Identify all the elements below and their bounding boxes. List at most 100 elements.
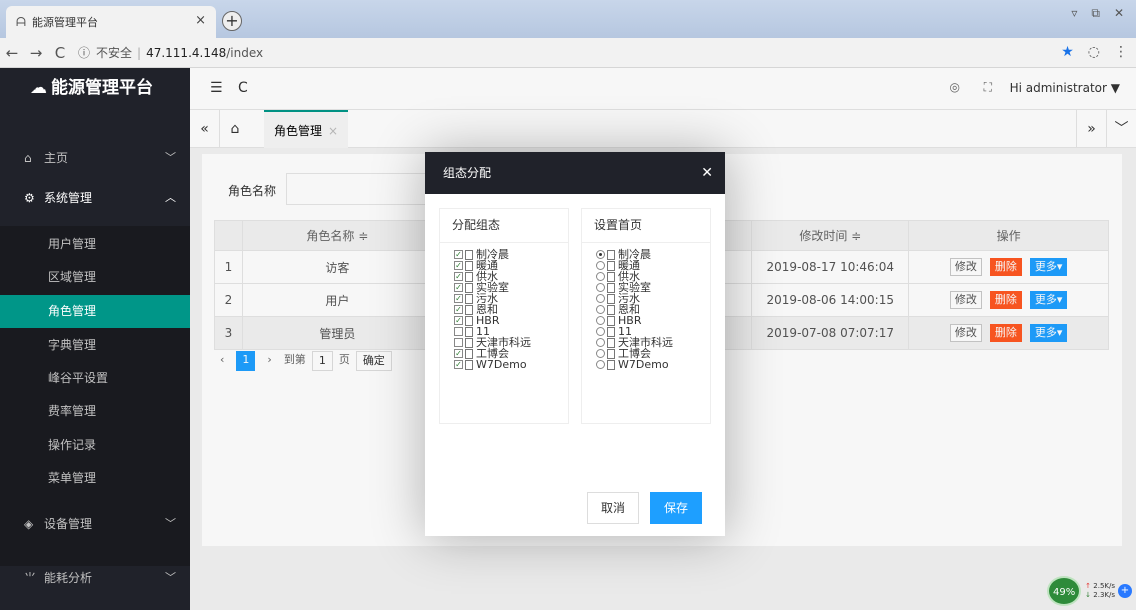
checkbox[interactable]: ✓ xyxy=(454,316,463,325)
address-bar: ← → C ⓘ 不安全 | 47.111.4.148/index ★ ◌ ⋮ xyxy=(0,38,1136,68)
browser-tabstrip: ᗩ 能源管理平台 × + ▿ ⧉ ✕ xyxy=(0,0,1136,38)
close-tab-icon[interactable]: × xyxy=(195,13,206,28)
save-button[interactable]: 保存 xyxy=(650,492,703,524)
tree-row[interactable]: HBR xyxy=(596,315,710,326)
network-widget[interactable]: 49% ↑ 2.5K/s ↓ 2.3K/s + xyxy=(1047,576,1132,606)
checkbox[interactable]: ✓ xyxy=(454,261,463,270)
sidebar-item-devices[interactable]: ◈ 设备管理 ﹀ xyxy=(0,504,190,544)
tree-row[interactable]: ✓ 污水 xyxy=(454,293,568,304)
tree-row[interactable]: 天津市科远 xyxy=(454,337,568,348)
checkbox[interactable] xyxy=(454,327,463,336)
radio-button[interactable] xyxy=(596,272,605,281)
document-icon xyxy=(465,249,473,260)
checkbox[interactable]: ✓ xyxy=(454,250,463,259)
radio-button[interactable] xyxy=(596,338,605,347)
radio-button[interactable] xyxy=(596,250,605,259)
document-icon xyxy=(465,271,473,282)
radio-button[interactable] xyxy=(596,327,605,336)
sidebar-item-users[interactable]: 用户管理 xyxy=(0,228,190,261)
tree-row[interactable]: 天津市科远 xyxy=(596,337,710,348)
sidebar-item-home[interactable]: ⌂ 主页 ﹀ xyxy=(0,138,190,178)
checkbox[interactable]: ✓ xyxy=(454,294,463,303)
reload-icon[interactable]: C xyxy=(48,44,72,62)
tree-row[interactable]: ✓ 供水 xyxy=(454,271,568,282)
sidebar-item-menus[interactable]: 菜单管理 xyxy=(0,462,190,495)
sidebar-item-system[interactable]: ⚙ 系统管理 ︿ xyxy=(0,178,190,218)
browser-menu-icon[interactable]: ⋮ xyxy=(1114,44,1128,60)
tree-row[interactable]: W7Demo xyxy=(596,359,710,370)
download-speed: 2.3K/s xyxy=(1093,591,1115,599)
minimize-icon[interactable]: ▿ xyxy=(1071,6,1077,21)
sidebar-item-dictionary[interactable]: 字典管理 xyxy=(0,329,190,362)
checkbox[interactable]: ✓ xyxy=(454,360,463,369)
net-speeds: ↑ 2.5K/s ↓ 2.3K/s xyxy=(1085,582,1115,600)
tree-row[interactable]: ✓ W7Demo xyxy=(454,359,568,370)
document-icon xyxy=(607,304,615,315)
sidebar-item-rates[interactable]: 费率管理 xyxy=(0,395,190,428)
cancel-button[interactable]: 取消 xyxy=(587,492,640,524)
checkbox[interactable] xyxy=(454,338,463,347)
close-icon[interactable]: ✕ xyxy=(701,152,713,194)
sidebar-item-peak-valley[interactable]: 峰谷平设置 xyxy=(0,362,190,395)
chevron-down-icon: ﹀ xyxy=(165,151,176,164)
close-window-icon[interactable]: ✕ xyxy=(1114,6,1124,21)
document-icon xyxy=(607,271,615,282)
sidebar-item-roles[interactable]: 角色管理 xyxy=(0,295,190,328)
document-icon xyxy=(465,315,473,326)
back-icon[interactable]: ← xyxy=(0,44,24,62)
dialog-header: 组态分配 ✕ xyxy=(425,152,725,194)
checkbox[interactable]: ✓ xyxy=(454,305,463,314)
checkbox[interactable]: ✓ xyxy=(454,283,463,292)
tree-row[interactable]: 恩和 xyxy=(596,304,710,315)
info-icon[interactable]: ⓘ xyxy=(78,44,90,61)
tree-row[interactable]: 实验室 xyxy=(596,282,710,293)
radio-button[interactable] xyxy=(596,261,605,270)
chevron-down-icon: ﹀ xyxy=(165,571,176,584)
tree-row[interactable]: 制冷晨 xyxy=(596,249,710,260)
sidebar-item-label: 能耗分析 xyxy=(44,571,93,585)
radio-button[interactable] xyxy=(596,360,605,369)
tree-row[interactable]: ✓ 暖通 xyxy=(454,260,568,271)
url-field[interactable]: ⓘ 不安全 | 47.111.4.148/index xyxy=(78,44,263,61)
download-arrow-icon: ↓ xyxy=(1085,591,1092,599)
app-logo-text: 能源管理平台 xyxy=(51,78,153,98)
tree-row[interactable]: ✓ 恩和 xyxy=(454,304,568,315)
assign-panel: 分配组态 ✓ 制冷晨 ✓ 暖通 ✓ 供水 ✓ 实验室 ✓ 污水 ✓ 恩和 ✓ HBR 11 天津市科远 ✓ 工博会… xyxy=(439,208,569,424)
sidebar-item-energy[interactable]: ⺌能耗分析 ﹀ xyxy=(0,558,190,598)
tree-row[interactable]: 暖通 xyxy=(596,260,710,271)
plus-icon[interactable]: + xyxy=(1118,584,1132,598)
radio-button[interactable] xyxy=(596,316,605,325)
sidebar-item-areas[interactable]: 区域管理 xyxy=(0,261,190,294)
dialog-title: 组态分配 xyxy=(443,166,492,180)
document-icon xyxy=(465,326,473,337)
home-icon: ⌂ xyxy=(24,151,32,165)
restore-icon[interactable]: ⧉ xyxy=(1091,6,1100,21)
sidebar-item-oplog[interactable]: 操作记录 xyxy=(0,429,190,462)
bookmark-star-icon[interactable]: ★ xyxy=(1061,44,1074,60)
layers-icon: ◈ xyxy=(24,517,34,531)
radio-button[interactable] xyxy=(596,305,605,314)
radio-button[interactable] xyxy=(596,283,605,292)
tree-row[interactable]: 污水 xyxy=(596,293,710,304)
browser-tab[interactable]: ᗩ 能源管理平台 × xyxy=(6,6,216,38)
cpu-percent: 49% xyxy=(1047,576,1082,606)
cloud-icon: ☁ xyxy=(30,78,47,98)
pulse-icon: ⺌ xyxy=(24,571,37,585)
document-icon xyxy=(607,282,615,293)
tree-row[interactable]: 供水 xyxy=(596,271,710,282)
config-assign-dialog: 组态分配 ✕ 分配组态 ✓ 制冷晨 ✓ 暖通 ✓ 供水 ✓ 实验室 ✓ 污水 ✓ 恩和 ✓ HBR 11 天津… xyxy=(425,152,725,536)
radio-button[interactable] xyxy=(596,294,605,303)
new-tab-button[interactable]: + xyxy=(222,11,242,31)
tree-row[interactable]: ✓ 制冷晨 xyxy=(454,249,568,260)
tree-label: W7Demo xyxy=(618,358,669,371)
extension-icon[interactable]: ◌ xyxy=(1088,44,1100,60)
document-icon xyxy=(607,348,615,359)
checkbox[interactable]: ✓ xyxy=(454,349,463,358)
checkbox[interactable]: ✓ xyxy=(454,272,463,281)
tree-row[interactable]: ✓ HBR xyxy=(454,315,568,326)
upload-arrow-icon: ↑ xyxy=(1085,582,1092,590)
homepage-panel: 设置首页 制冷晨 暖通 供水 实验室 污水 恩和 HBR 11 天津市科远 工博会 W7Demo xyxy=(581,208,711,424)
forward-icon[interactable]: → xyxy=(24,44,48,62)
tree-row[interactable]: ✓ 实验室 xyxy=(454,282,568,293)
radio-button[interactable] xyxy=(596,349,605,358)
